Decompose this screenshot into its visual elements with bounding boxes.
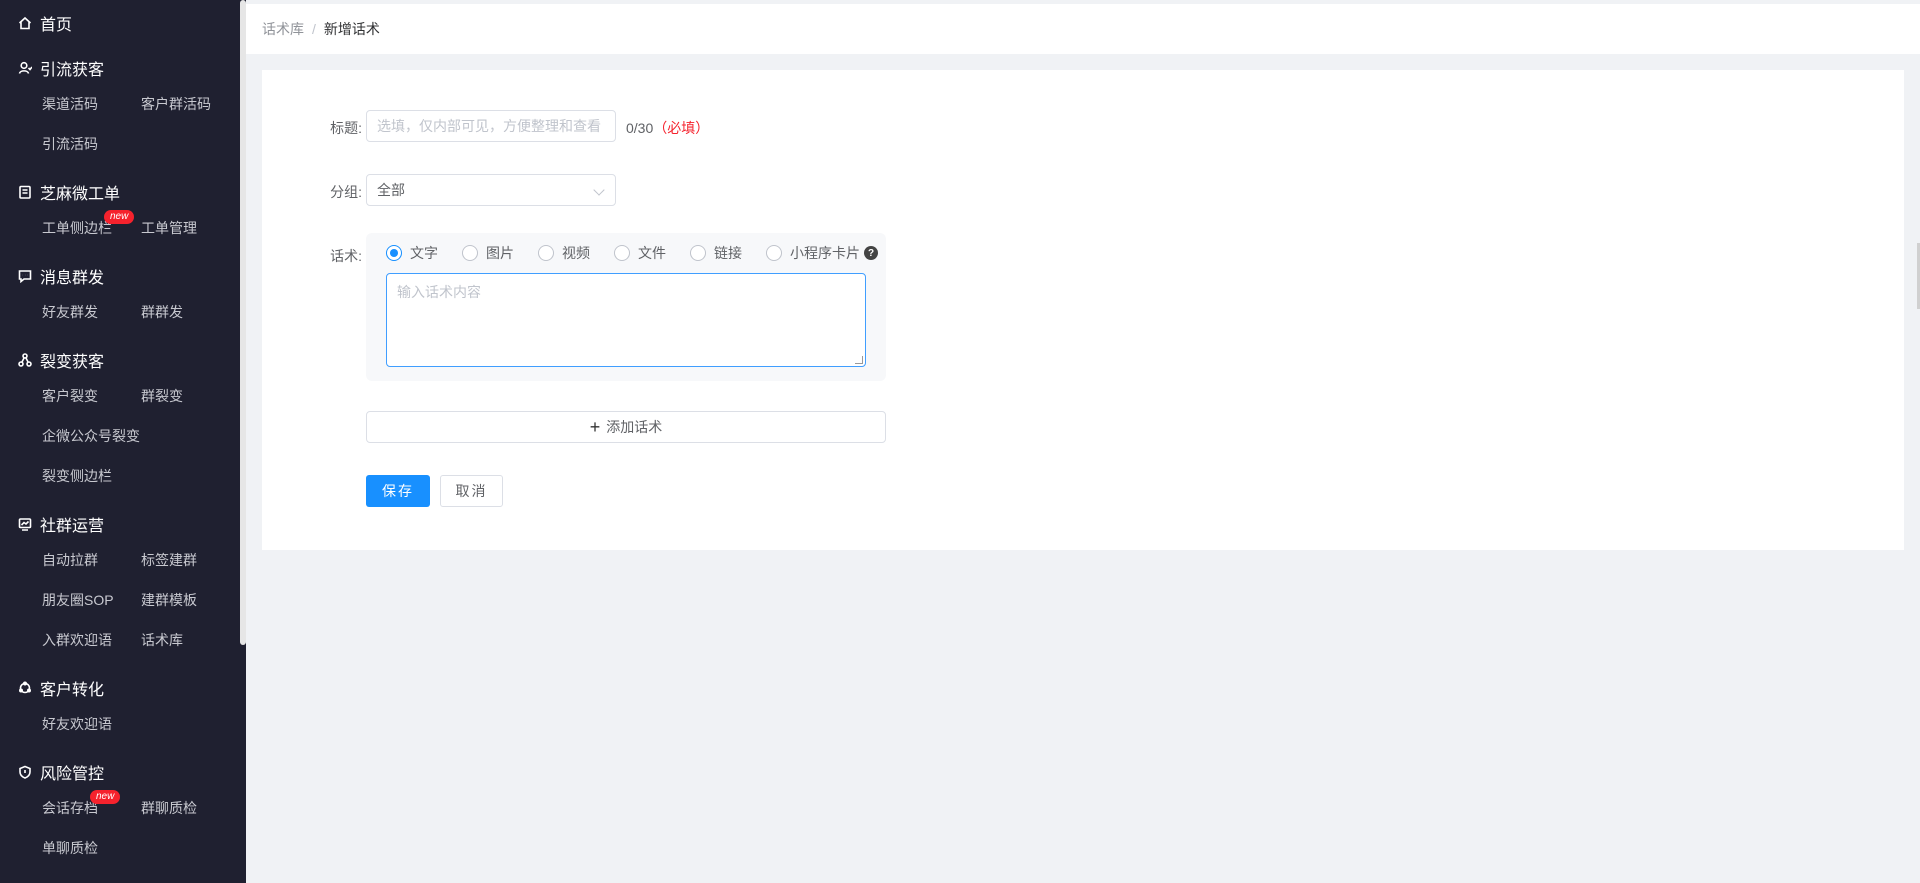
home-icon [18,16,32,30]
type-radio-group: 文字 图片 视频 文件 链接 小程序卡片? [386,243,878,263]
group-label: 分组: [330,184,362,200]
radio-link[interactable]: 链接 [690,243,742,263]
section-title: 客户转化 [40,682,105,699]
section-title: 裂变获客 [40,354,105,371]
new-badge: new [104,210,135,224]
clipboard-icon [18,185,32,199]
sidebar-item-yinliu-huoma[interactable]: 引流活码 [42,134,98,154]
title-placeholder: 选填，仅内部可见，方便整理和查看 [377,118,601,134]
title-counter: 0/30（必填） [626,118,709,138]
group-select[interactable]: 全部 [366,174,616,206]
section-title: 社群运营 [40,518,105,535]
sidebar-item-jianqun-muban[interactable]: 建群模板 [141,590,197,610]
radio-dot [538,245,554,261]
sidebar-item-pengyouquan-sop[interactable]: 朋友圈SOP [42,590,114,610]
breadcrumb: 话术库 / 新增话术 [246,4,1920,54]
help-icon[interactable]: ? [864,246,878,260]
sidebar-item-haoyou-qunfa[interactable]: 好友群发 [42,302,98,322]
radio-label: 文字 [410,245,438,261]
sidebar-item-gongdan-guanli[interactable]: 工单管理 [141,218,197,238]
group-select-value: 全部 [377,182,405,198]
radio-text[interactable]: 文字 [386,243,438,263]
add-huashu-button[interactable]: + 添加话术 [366,411,886,443]
sidebar-item-liebian-cebianlan[interactable]: 裂变侧边栏 [42,466,112,486]
cycle-icon [18,681,32,695]
sidebar: 首页 引流获客 渠道活码 客户群活码 引流活码 芝麻微工单 工单侧边栏 new … [0,0,246,883]
sidebar-item-kehu-liebian[interactable]: 客户裂变 [42,386,98,406]
radio-video[interactable]: 视频 [538,243,590,263]
sidebar-item-danliao-zhijian[interactable]: 单聊质检 [42,838,98,858]
section-title: 芝麻微工单 [40,186,121,203]
huashu-label: 话术: [330,248,362,264]
radio-label: 链接 [714,245,742,261]
add-huashu-label: 添加话术 [606,419,663,435]
title-label: 标题: [330,120,362,136]
sidebar-item-qudao-huoma[interactable]: 渠道活码 [42,94,98,114]
chevron-down-icon [593,184,605,196]
title-input[interactable]: 选填，仅内部可见，方便整理和查看 [366,110,616,142]
radio-label: 图片 [486,245,514,261]
sidebar-section-shequn: 社群运营 [0,511,240,537]
sidebar-section-qunfa: 消息群发 [0,263,240,289]
radio-label: 文件 [638,245,666,261]
sidebar-item-qun-qunfa[interactable]: 群群发 [141,302,183,322]
shield-icon [18,765,32,779]
sidebar-item-gongdan-cebianlan[interactable]: 工单侧边栏 [42,218,112,238]
user-icon [18,61,32,75]
sidebar-item-qunliao-zhijian[interactable]: 群聊质检 [141,798,197,818]
sidebar-item-haoyou-huanyingyu[interactable]: 好友欢迎语 [42,714,112,734]
breadcrumb-parent[interactable]: 话术库 [262,19,304,39]
radio-label: 视频 [562,245,590,261]
section-title: 消息群发 [40,270,105,287]
breadcrumb-separator: / [312,21,316,37]
sidebar-item-biaoqian-jianqun[interactable]: 标签建群 [141,550,197,570]
radio-miniprogram[interactable]: 小程序卡片? [766,243,878,263]
radio-file[interactable]: 文件 [614,243,666,263]
radio-dot [614,245,630,261]
chart-icon [18,517,32,531]
save-button[interactable]: 保存 [366,475,430,507]
radio-dot [690,245,706,261]
sidebar-item-zidong-laqun[interactable]: 自动拉群 [42,550,98,570]
radio-image[interactable]: 图片 [462,243,514,263]
radio-dot [462,245,478,261]
network-icon [18,353,32,367]
sidebar-section-zhuanhua: 客户转化 [0,675,240,701]
title-count: 0/30 [626,120,654,136]
sidebar-item-ruqun-huanyingyu[interactable]: 入群欢迎语 [42,630,112,650]
sidebar-item-label: 首页 [40,17,73,34]
required-hint: （必填） [653,120,710,136]
radio-dot [766,245,782,261]
sidebar-section-fengxian: 风险管控 [0,759,240,785]
sidebar-section-liebian: 裂变获客 [0,347,240,373]
sidebar-item-home[interactable]: 首页 [0,10,240,36]
section-title: 引流获客 [40,62,105,79]
section-title: 风险管控 [40,766,105,783]
radio-label: 小程序卡片 [790,245,860,261]
sidebar-section-gongdan: 芝麻微工单 [0,179,240,205]
plus-icon: + [589,416,601,437]
huashu-panel: 文字 图片 视频 文件 链接 小程序卡片? 输入话术内容 [366,233,886,381]
sidebar-section-yinliu: 引流获客 [0,55,240,81]
content-placeholder: 输入话术内容 [397,284,481,300]
new-badge: new [90,790,121,804]
sidebar-item-huashuku[interactable]: 话术库 [141,630,183,650]
sidebar-item-gongzhonghao-liebian[interactable]: 企微公众号裂变 [42,426,140,446]
content-textarea[interactable]: 输入话术内容 [386,273,866,367]
message-icon [18,269,32,283]
sidebar-item-huihua-cundang[interactable]: 会话存档 [42,798,98,818]
resize-handle-icon[interactable] [855,356,863,364]
sidebar-scrollbar[interactable] [240,0,246,645]
form-card: 标题: 选填，仅内部可见，方便整理和查看 0/30（必填） 分组: 全部 话术:… [262,70,1904,550]
breadcrumb-current: 新增话术 [323,21,380,37]
radio-dot [386,245,402,261]
sidebar-item-kehuqun-huoma[interactable]: 客户群活码 [141,94,211,114]
cancel-button[interactable]: 取消 [440,475,503,507]
sidebar-item-qun-liebian[interactable]: 群裂变 [141,386,183,406]
